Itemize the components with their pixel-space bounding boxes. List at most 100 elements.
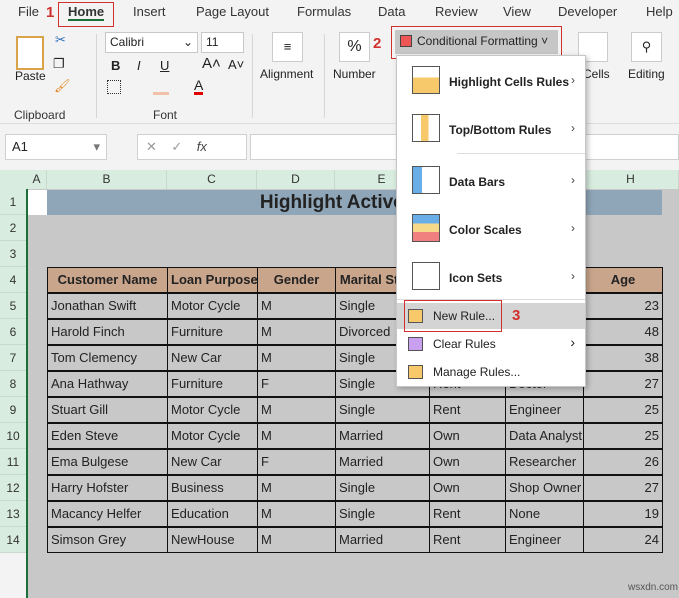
- alignment-icon[interactable]: ≡: [272, 32, 303, 62]
- table-cell[interactable]: Motor Cycle: [167, 423, 258, 449]
- table-cell[interactable]: Simson Grey: [47, 527, 168, 553]
- table-cell[interactable]: M: [257, 423, 336, 449]
- table-cell[interactable]: Ema Bulgese: [47, 449, 168, 475]
- table-cell[interactable]: Married: [335, 527, 430, 553]
- table-cell[interactable]: Stuart Gill: [47, 397, 168, 423]
- underline-button[interactable]: U: [160, 58, 169, 73]
- table-cell[interactable]: Single: [335, 475, 430, 501]
- table-cell[interactable]: Rent: [429, 527, 506, 553]
- tab-formulas[interactable]: Formulas: [297, 4, 351, 19]
- table-cell[interactable]: Shop Owner: [505, 475, 584, 501]
- row-header[interactable]: 3: [0, 241, 26, 267]
- row-header[interactable]: 5: [0, 293, 26, 319]
- editing-button[interactable]: Editing: [628, 67, 665, 81]
- table-cell[interactable]: Education: [167, 501, 258, 527]
- menu-item-icon-sets[interactable]: Icon Sets ›: [397, 262, 585, 296]
- table-cell[interactable]: 25: [583, 397, 663, 423]
- table-cell[interactable]: Engineer: [505, 527, 584, 553]
- table-cell[interactable]: Own: [429, 449, 506, 475]
- column-header[interactable]: A: [27, 170, 47, 189]
- table-cell[interactable]: 48: [583, 319, 663, 345]
- table-cell[interactable]: 19: [583, 501, 663, 527]
- table-cell[interactable]: Motor Cycle: [167, 397, 258, 423]
- table-cell[interactable]: Eden Steve: [47, 423, 168, 449]
- alignment-button[interactable]: Alignment: [260, 67, 313, 81]
- column-header[interactable]: C: [167, 170, 257, 189]
- column-header[interactable]: H: [583, 170, 679, 189]
- table-cell[interactable]: Macancy Helfer: [47, 501, 168, 527]
- table-cell[interactable]: Researcher: [505, 449, 584, 475]
- row-header[interactable]: 8: [0, 371, 26, 397]
- table-cell[interactable]: Single: [335, 501, 430, 527]
- table-cell[interactable]: Data Analyst: [505, 423, 584, 449]
- table-cell[interactable]: Jonathan Swift: [47, 293, 168, 319]
- table-cell[interactable]: Rent: [429, 501, 506, 527]
- format-painter-icon[interactable]: 🖌: [54, 78, 71, 94]
- conditional-formatting-button[interactable]: Conditional Formatting ˅: [395, 30, 558, 54]
- cut-icon[interactable]: ✂: [55, 32, 66, 48]
- select-all-button[interactable]: [0, 170, 27, 189]
- table-header-cell[interactable]: Customer Name: [47, 267, 168, 293]
- decrease-font-icon[interactable]: A˅: [228, 57, 244, 72]
- bold-button[interactable]: B: [111, 58, 120, 73]
- table-cell[interactable]: Own: [429, 475, 506, 501]
- table-cell[interactable]: M: [257, 345, 336, 371]
- tab-data[interactable]: Data: [378, 4, 405, 19]
- table-header-cell[interactable]: Gender: [257, 267, 336, 293]
- tab-help[interactable]: Help: [646, 4, 673, 19]
- paste-button[interactable]: Paste: [15, 69, 46, 83]
- table-cell[interactable]: Married: [335, 449, 430, 475]
- table-cell[interactable]: Ana Hathway: [47, 371, 168, 397]
- tab-insert[interactable]: Insert: [133, 4, 166, 19]
- table-cell[interactable]: Tom Clemency: [47, 345, 168, 371]
- row-header[interactable]: 1: [0, 189, 26, 215]
- table-header-cell[interactable]: Loan Purpose: [167, 267, 258, 293]
- table-cell[interactable]: 24: [583, 527, 663, 553]
- table-cell[interactable]: 26: [583, 449, 663, 475]
- table-cell[interactable]: M: [257, 293, 336, 319]
- table-cell[interactable]: Furniture: [167, 319, 258, 345]
- table-cell[interactable]: 38: [583, 345, 663, 371]
- row-header[interactable]: 12: [0, 475, 26, 501]
- name-box[interactable]: A1 ▾: [5, 134, 107, 160]
- row-header[interactable]: 9: [0, 397, 26, 423]
- menu-item-highlight-cells-rules[interactable]: Highlight Cells Rules ›: [397, 66, 585, 100]
- tab-review[interactable]: Review: [435, 4, 478, 19]
- tab-file[interactable]: File: [18, 4, 39, 19]
- italic-button[interactable]: I: [137, 58, 141, 73]
- table-cell[interactable]: Motor Cycle: [167, 293, 258, 319]
- row-header[interactable]: 2: [0, 215, 26, 241]
- row-header[interactable]: 14: [0, 527, 26, 553]
- fx-icon[interactable]: fx: [197, 139, 207, 154]
- column-header[interactable]: D: [257, 170, 335, 189]
- column-header[interactable]: B: [47, 170, 167, 189]
- table-cell[interactable]: M: [257, 527, 336, 553]
- table-cell[interactable]: 23: [583, 293, 663, 319]
- table-cell[interactable]: None: [505, 501, 584, 527]
- table-cell[interactable]: F: [257, 371, 336, 397]
- tab-page-layout[interactable]: Page Layout: [196, 4, 269, 19]
- table-cell[interactable]: New Car: [167, 345, 258, 371]
- row-header[interactable]: 11: [0, 449, 26, 475]
- number-button[interactable]: Number: [333, 67, 376, 81]
- table-cell[interactable]: Own: [429, 423, 506, 449]
- table-cell[interactable]: Harry Hofster: [47, 475, 168, 501]
- table-cell[interactable]: M: [257, 475, 336, 501]
- row-header[interactable]: 4: [0, 267, 26, 293]
- tab-view[interactable]: View: [503, 4, 531, 19]
- cell-a1[interactable]: [28, 190, 47, 215]
- increase-font-icon[interactable]: A˄: [202, 55, 221, 72]
- enter-icon[interactable]: ✓: [171, 139, 182, 154]
- menu-item-manage-rules[interactable]: Manage Rules...: [397, 359, 585, 385]
- row-header[interactable]: 13: [0, 501, 26, 527]
- row-header[interactable]: 10: [0, 423, 26, 449]
- tab-home[interactable]: Home: [68, 4, 105, 21]
- table-header-cell[interactable]: Age: [583, 267, 663, 293]
- table-cell[interactable]: F: [257, 449, 336, 475]
- cancel-icon[interactable]: ✕: [146, 139, 157, 154]
- table-cell[interactable]: M: [257, 501, 336, 527]
- percent-icon[interactable]: %: [339, 32, 370, 62]
- font-name-select[interactable]: Calibri ⌄: [105, 32, 198, 53]
- table-cell[interactable]: M: [257, 319, 336, 345]
- table-cell[interactable]: 25: [583, 423, 663, 449]
